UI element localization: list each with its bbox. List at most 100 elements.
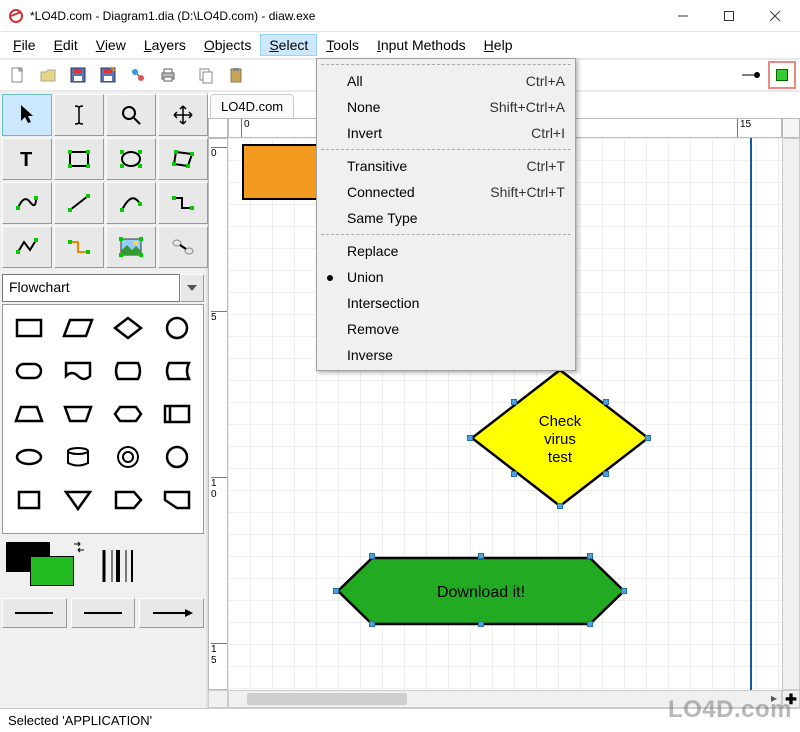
guide-vertical[interactable] xyxy=(750,138,752,690)
shape-triangle-down[interactable] xyxy=(54,479,102,521)
line-style-mid[interactable] xyxy=(71,598,136,628)
line-patterns[interactable] xyxy=(100,538,136,594)
tool-text[interactable]: T xyxy=(2,138,52,180)
copy-button[interactable] xyxy=(192,61,220,89)
menu-select-invert[interactable]: InvertCtrl+I xyxy=(319,120,573,146)
save-button[interactable] xyxy=(64,61,92,89)
menu-view[interactable]: View xyxy=(87,34,135,56)
line-styles xyxy=(2,598,204,628)
ruler-tick: 10 xyxy=(211,477,227,500)
shape-pentagon[interactable] xyxy=(153,479,201,521)
menu-edit[interactable]: Edit xyxy=(45,34,87,56)
svg-text:Check: Check xyxy=(539,413,582,430)
shape-stored-data[interactable] xyxy=(153,350,201,392)
category-dropdown-button[interactable] xyxy=(180,274,204,302)
menu-select[interactable]: Select xyxy=(260,34,317,56)
maximize-button[interactable] xyxy=(706,1,752,31)
menu-select-none[interactable]: NoneShift+Ctrl+A xyxy=(319,94,573,120)
tool-text-cursor[interactable] xyxy=(54,94,104,136)
swap-colors-icon[interactable] xyxy=(72,540,86,554)
shape-trapezoid-up[interactable] xyxy=(5,393,53,435)
shape-storage[interactable] xyxy=(153,393,201,435)
menu-objects[interactable]: Objects xyxy=(195,34,260,56)
tool-move[interactable] xyxy=(158,94,208,136)
save-as-button[interactable] xyxy=(94,61,122,89)
ruler-scroll-space xyxy=(782,118,800,138)
svg-text:test: test xyxy=(548,449,573,466)
tool-line[interactable] xyxy=(54,182,104,224)
window-title: *LO4D.com - Diagram1.dia (D:\LO4D.com) -… xyxy=(30,9,660,23)
menu-input-methods[interactable]: Input Methods xyxy=(368,34,475,56)
menu-select-all[interactable]: AllCtrl+A xyxy=(319,68,573,94)
line-style-start[interactable] xyxy=(2,598,67,628)
close-button[interactable] xyxy=(752,1,798,31)
tool-polyline[interactable] xyxy=(2,226,52,268)
shape-circle[interactable] xyxy=(153,307,201,349)
flowchart-rect[interactable] xyxy=(242,144,322,200)
radio-dot-icon xyxy=(327,275,333,281)
tool-arc[interactable] xyxy=(106,182,156,224)
ruler-tick: 0 xyxy=(211,147,227,159)
shape-rounded[interactable] xyxy=(5,350,53,392)
shape-document[interactable] xyxy=(54,350,102,392)
vertical-scrollbar[interactable] xyxy=(782,138,800,690)
shape-rect2[interactable] xyxy=(5,479,53,521)
menu-file[interactable]: File xyxy=(4,34,45,56)
sample-preview[interactable] xyxy=(768,61,796,89)
tool-connector[interactable] xyxy=(158,226,208,268)
shape-display[interactable] xyxy=(104,350,152,392)
paste-button[interactable] xyxy=(222,61,250,89)
line-style-end[interactable] xyxy=(139,598,204,628)
background-color[interactable] xyxy=(30,556,74,586)
tool-pointer[interactable] xyxy=(2,94,52,136)
export-button[interactable] xyxy=(124,61,152,89)
shape-hexagon[interactable] xyxy=(104,393,152,435)
menu-select-intersection[interactable]: Intersection xyxy=(319,290,573,316)
vertical-ruler: 0 5 10 15 xyxy=(208,138,228,690)
print-button[interactable] xyxy=(154,61,182,89)
shape-circle2[interactable] xyxy=(153,436,201,478)
flowchart-terminator[interactable]: Download it! xyxy=(336,556,626,626)
watermark: LO4D.com xyxy=(668,696,792,724)
menu-select-inverse[interactable]: Inverse xyxy=(319,342,573,368)
tool-image[interactable] xyxy=(106,226,156,268)
minimize-button[interactable] xyxy=(660,1,706,31)
menu-help[interactable]: Help xyxy=(475,34,522,56)
menu-select-remove[interactable]: Remove xyxy=(319,316,573,342)
select-dropdown: AllCtrl+A NoneShift+Ctrl+A InvertCtrl+I … xyxy=(316,58,576,371)
open-button[interactable] xyxy=(34,61,62,89)
tool-polygon[interactable] xyxy=(158,138,208,180)
tool-bezier-line[interactable] xyxy=(54,226,104,268)
tool-magnify[interactable] xyxy=(106,94,156,136)
menu-layers[interactable]: Layers xyxy=(135,34,195,56)
shape-parallelogram[interactable] xyxy=(54,307,102,349)
flowchart-decision[interactable]: Check virus test xyxy=(470,368,650,508)
status-text: Selected 'APPLICATION' xyxy=(8,713,152,728)
category-select[interactable]: Flowchart xyxy=(2,274,180,302)
shape-rect[interactable] xyxy=(5,307,53,349)
tool-zigzag[interactable] xyxy=(158,182,208,224)
ruler-tick: 5 xyxy=(211,311,227,323)
menu-tools[interactable]: Tools xyxy=(317,34,368,56)
menu-select-transitive[interactable]: TransitiveCtrl+T xyxy=(319,153,573,179)
tool-ellipse[interactable] xyxy=(106,138,156,180)
document-tab[interactable]: LO4D.com xyxy=(210,94,294,118)
shape-diamond[interactable] xyxy=(104,307,152,349)
tool-bezier-shape[interactable] xyxy=(2,182,52,224)
new-button[interactable] xyxy=(4,61,32,89)
menu-select-union[interactable]: Union xyxy=(319,264,573,290)
shape-tag[interactable] xyxy=(104,479,152,521)
menu-select-same-type[interactable]: Same Type xyxy=(319,205,573,231)
scrollbar-thumb[interactable] xyxy=(247,693,407,705)
shape-cylinder[interactable] xyxy=(54,436,102,478)
shape-trapezoid-down[interactable] xyxy=(54,393,102,435)
menu-select-connected[interactable]: ConnectedShift+Ctrl+T xyxy=(319,179,573,205)
line-endpoint-indicator xyxy=(738,70,766,80)
menu-select-replace[interactable]: Replace xyxy=(319,238,573,264)
titlebar: *LO4D.com - Diagram1.dia (D:\LO4D.com) -… xyxy=(0,0,800,32)
shape-ring[interactable] xyxy=(104,436,152,478)
svg-text:virus: virus xyxy=(544,431,576,448)
shape-ellipse[interactable] xyxy=(5,436,53,478)
terminator-text: Download it! xyxy=(437,584,525,601)
tool-box[interactable] xyxy=(54,138,104,180)
